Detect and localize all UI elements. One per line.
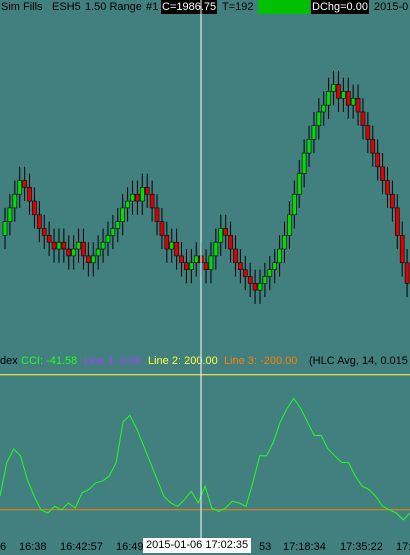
x-axis-label: 53 — [259, 541, 272, 553]
crosshair-time-label: 2015-01-06 17:02:35 — [143, 538, 252, 553]
x-axis-label: 17:18:34 — [283, 541, 326, 553]
cci-line — [0, 397, 410, 521]
x-axis-label: 6 — [0, 541, 7, 553]
x-axis-label: 16:49 — [116, 541, 144, 553]
x-axis-label: 16:42:57 — [60, 541, 103, 553]
chart-window: Sim Fills ESH5 1.50 Range #1 C=1986.75 T… — [0, 0, 410, 555]
x-axis-label: 17: — [396, 541, 410, 553]
cci-panel[interactable] — [0, 0, 410, 555]
x-axis-label: 16:38 — [19, 541, 47, 553]
x-axis-label: 17:35:22 — [340, 541, 383, 553]
